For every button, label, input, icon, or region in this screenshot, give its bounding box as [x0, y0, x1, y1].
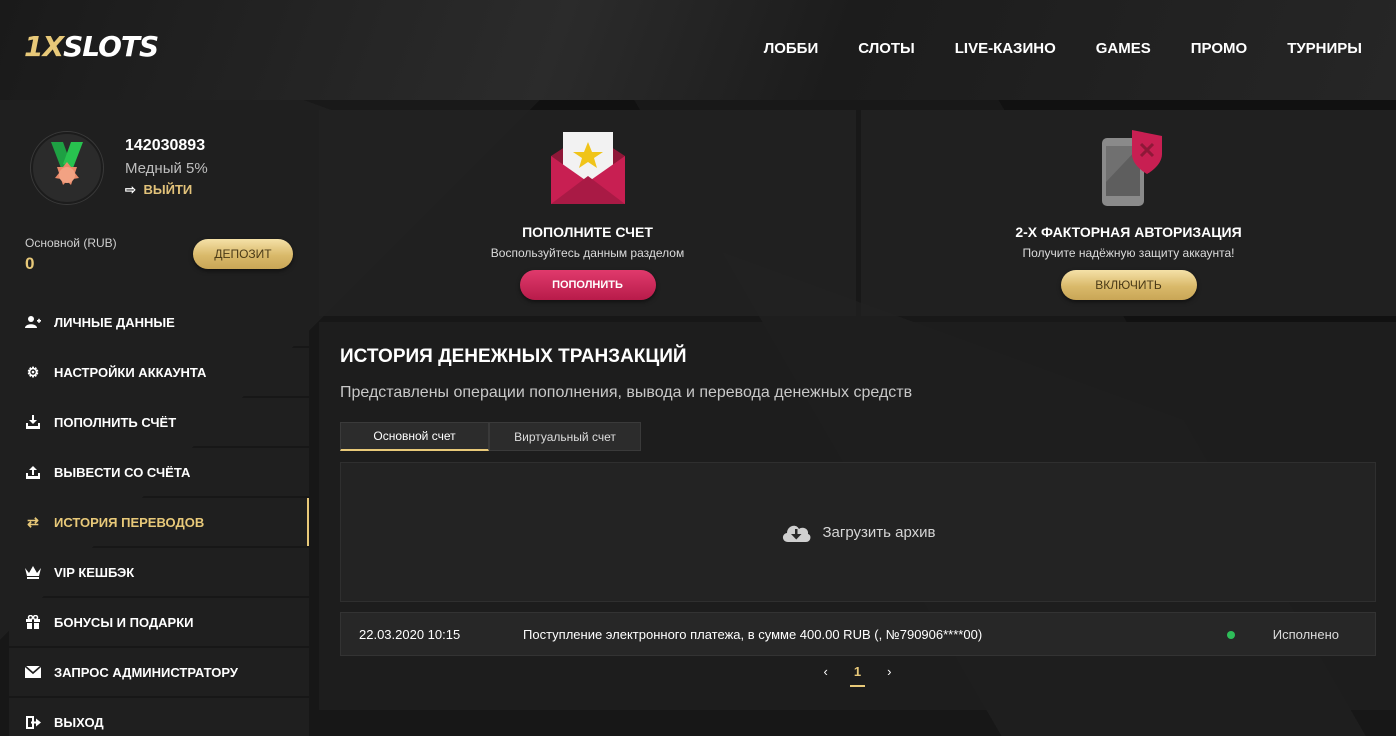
gift-icon: [24, 615, 42, 629]
profile-panel: 142030893 Медный 5% ⇨ ВЫЙТИ Основной (RU…: [9, 110, 309, 288]
menu-item-deposit[interactable]: ПОПОЛНИТЬ СЧЁТ: [9, 398, 309, 446]
avatar: [31, 132, 103, 204]
prev-page-button[interactable]: ‹: [824, 664, 828, 687]
nav-slots[interactable]: СЛОТЫ: [858, 40, 915, 57]
menu-label: ВЫВЕСТИ СО СЧЁТА: [54, 464, 191, 480]
menu-item-admin-request[interactable]: ЗАПРОС АДМИНИСТРАТОРУ: [9, 648, 309, 696]
main-nav: ЛОББИ СЛОТЫ LIVE-КАЗИНО GAMES ПРОМО ТУРН…: [764, 40, 1362, 57]
nav-live-casino[interactable]: LIVE-КАЗИНО: [955, 40, 1056, 57]
user-id: 142030893: [125, 137, 206, 154]
status-dot-icon: [1227, 631, 1235, 639]
upload-icon: [24, 465, 42, 479]
envelope-star-icon: [549, 130, 627, 211]
menu-label: ИСТОРИЯ ПЕРЕВОДОВ: [54, 514, 205, 530]
menu-label: НАСТРОЙКИ АККАУНТА: [54, 364, 207, 380]
menu-item-bonuses[interactable]: БОНУСЫ И ПОДАРКИ: [9, 598, 309, 646]
menu-item-account-settings[interactable]: ⚙ НАСТРОЙКИ АККАУНТА: [9, 348, 309, 396]
twofa-card-subtitle: Получите надёжную защиту аккаунта!: [1022, 246, 1235, 260]
user-rank: Медный 5%: [125, 160, 208, 177]
account-tabs: Основной счет Виртуальный счет: [340, 422, 641, 451]
menu-label: БОНУСЫ И ПОДАРКИ: [54, 614, 194, 630]
deposit-button[interactable]: ДЕПОЗИТ: [193, 239, 293, 269]
exit-icon: [24, 715, 42, 729]
deposit-promo-card: ПОПОЛНИТЕ СЧЕТ Воспользуйтесь данным раз…: [319, 110, 856, 316]
envelope-icon: [24, 666, 42, 678]
menu-label: ПОПОЛНИТЬ СЧЁТ: [54, 414, 177, 430]
page-title: ИСТОРИЯ ДЕНЕЖНЫХ ТРАНЗАКЦИЙ: [340, 346, 687, 367]
tx-description: Поступление электронного платежа, в сумм…: [523, 627, 983, 642]
tab-virtual-account[interactable]: Виртуальный счет: [489, 422, 641, 451]
two-factor-card: 2-Х ФАКТОРНАЯ АВТОРИЗАЦИЯ Получите надёж…: [861, 110, 1396, 316]
table-row: 22.03.2020 10:15 Поступление электронног…: [340, 612, 1376, 656]
menu-item-vip-cashback[interactable]: VIP КЕШБЭК: [9, 548, 309, 596]
menu-item-exit[interactable]: ВЫХОД: [9, 698, 309, 736]
page-number[interactable]: 1: [849, 664, 866, 687]
logout-link[interactable]: ⇨ ВЫЙТИ: [125, 182, 192, 198]
transaction-history-panel: ИСТОРИЯ ДЕНЕЖНЫХ ТРАНЗАКЦИЙ Представлены…: [319, 322, 1396, 710]
archive-label: Загрузить архив: [822, 523, 936, 541]
crown-icon: [24, 565, 42, 579]
menu-item-personal-data[interactable]: ЛИЧНЫЕ ДАННЫЕ: [9, 298, 309, 346]
exit-icon: ⇨: [125, 182, 136, 197]
menu-label: VIP КЕШБЭК: [54, 564, 135, 580]
page-subtitle: Представлены операции пополнения, вывода…: [340, 384, 913, 401]
gears-icon: ⚙: [26, 363, 40, 380]
nav-promo[interactable]: ПРОМО: [1191, 40, 1247, 57]
nav-games[interactable]: GAMES: [1096, 40, 1151, 57]
pagination: ‹ 1 ›: [319, 664, 1396, 687]
transfer-icon: ⇄: [27, 513, 39, 530]
status-badge: Исполнено: [1272, 627, 1339, 642]
balance-value: 0: [25, 254, 35, 273]
next-page-button[interactable]: ›: [887, 664, 891, 687]
menu-label: ВЫХОД: [54, 714, 104, 730]
nav-tournaments[interactable]: ТУРНИРЫ: [1287, 40, 1362, 57]
site-logo[interactable]: 1XSLOTS: [24, 30, 159, 63]
menu-item-transfer-history[interactable]: ⇄ ИСТОРИЯ ПЕРЕВОДОВ: [9, 498, 309, 546]
enable-2fa-button[interactable]: ВКЛЮЧИТЬ: [1060, 270, 1197, 300]
load-archive-button[interactable]: Загрузить архив: [340, 462, 1376, 602]
account-menu: ЛИЧНЫЕ ДАННЫЕ ⚙ НАСТРОЙКИ АККАУНТА ПОПОЛ…: [9, 298, 309, 736]
logo-part-1x: 1X: [24, 30, 64, 63]
logout-label: ВЫЙТИ: [143, 182, 193, 197]
top-header: 1XSLOTS ЛОББИ СЛОТЫ LIVE-КАЗИНО GAMES ПР…: [0, 0, 1396, 100]
deposit-card-title: ПОПОЛНИТЕ СЧЕТ: [522, 224, 653, 240]
nav-lobby[interactable]: ЛОББИ: [764, 40, 819, 57]
replenish-button[interactable]: ПОПОЛНИТЬ: [519, 270, 656, 300]
menu-label: ЛИЧНЫЕ ДАННЫЕ: [54, 314, 175, 330]
deposit-card-subtitle: Воспользуйтесь данным разделом: [490, 246, 685, 260]
phone-shield-icon: [1094, 130, 1164, 213]
tab-main-account[interactable]: Основной счет: [340, 422, 489, 451]
cloud-download-icon: [783, 525, 811, 542]
balance-label: Основной (RUB): [25, 236, 117, 250]
user-add-icon: [24, 315, 42, 329]
tx-date: 22.03.2020 10:15: [359, 627, 461, 642]
menu-label: ЗАПРОС АДМИНИСТРАТОРУ: [54, 664, 238, 680]
logo-part-slots: SLOTS: [63, 30, 159, 63]
medal-icon: [51, 142, 83, 185]
twofa-card-title: 2-Х ФАКТОРНАЯ АВТОРИЗАЦИЯ: [1015, 224, 1242, 240]
download-icon: [24, 415, 42, 429]
menu-item-withdraw[interactable]: ВЫВЕСТИ СО СЧЁТА: [9, 448, 309, 496]
